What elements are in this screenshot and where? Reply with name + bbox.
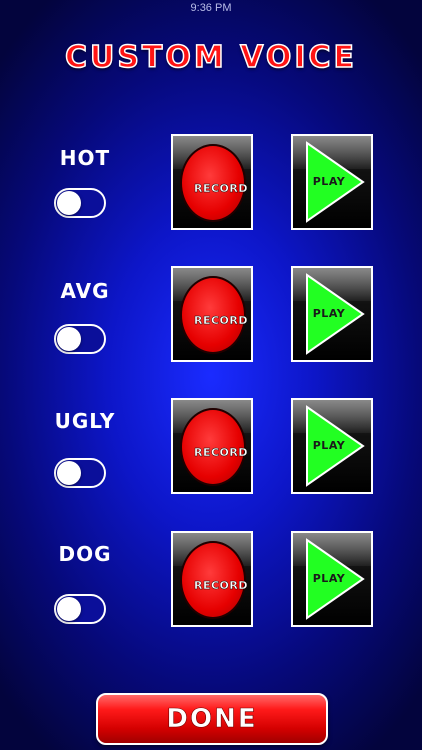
toggle-knob	[57, 461, 81, 485]
toggle-dog[interactable]	[54, 594, 106, 624]
record-icon: RECORD	[180, 408, 248, 486]
done-button-label: DONE	[166, 704, 258, 735]
status-bar-time: 9:36 PM	[190, 2, 232, 14]
record-button-dog[interactable]: RECORD	[171, 531, 253, 627]
toggle-knob	[57, 327, 81, 351]
row-label-avg: AVG	[60, 279, 110, 303]
play-button-ugly[interactable]: PLAY	[291, 398, 373, 494]
toggle-knob	[57, 597, 81, 621]
toggle-hot[interactable]	[54, 188, 106, 218]
record-label: RECORD	[193, 182, 248, 195]
toggle-ugly[interactable]	[54, 458, 106, 488]
play-button-hot[interactable]: PLAY	[291, 134, 373, 230]
record-icon: RECORD	[180, 144, 248, 222]
play-button-dog[interactable]: PLAY	[291, 531, 373, 627]
play-label: PLAY	[312, 572, 346, 585]
record-label: RECORD	[193, 579, 248, 592]
record-button-avg[interactable]: RECORD	[171, 266, 253, 362]
record-label: RECORD	[193, 314, 248, 327]
record-icon: RECORD	[180, 276, 248, 354]
play-label: PLAY	[312, 439, 346, 452]
play-label: PLAY	[312, 175, 346, 188]
toggle-avg[interactable]	[54, 324, 106, 354]
row-label-dog: DOG	[58, 542, 112, 566]
done-button[interactable]: DONE	[96, 693, 328, 745]
page-title: CUSTOM VOICE	[64, 39, 358, 76]
row-label-ugly: UGLY	[54, 409, 116, 433]
record-button-hot[interactable]: RECORD	[171, 134, 253, 230]
play-button-avg[interactable]: PLAY	[291, 266, 373, 362]
record-label: RECORD	[193, 446, 248, 459]
row-label-hot: HOT	[59, 146, 111, 170]
record-button-ugly[interactable]: RECORD	[171, 398, 253, 494]
toggle-knob	[57, 191, 81, 215]
record-icon: RECORD	[180, 541, 248, 619]
play-label: PLAY	[312, 307, 346, 320]
